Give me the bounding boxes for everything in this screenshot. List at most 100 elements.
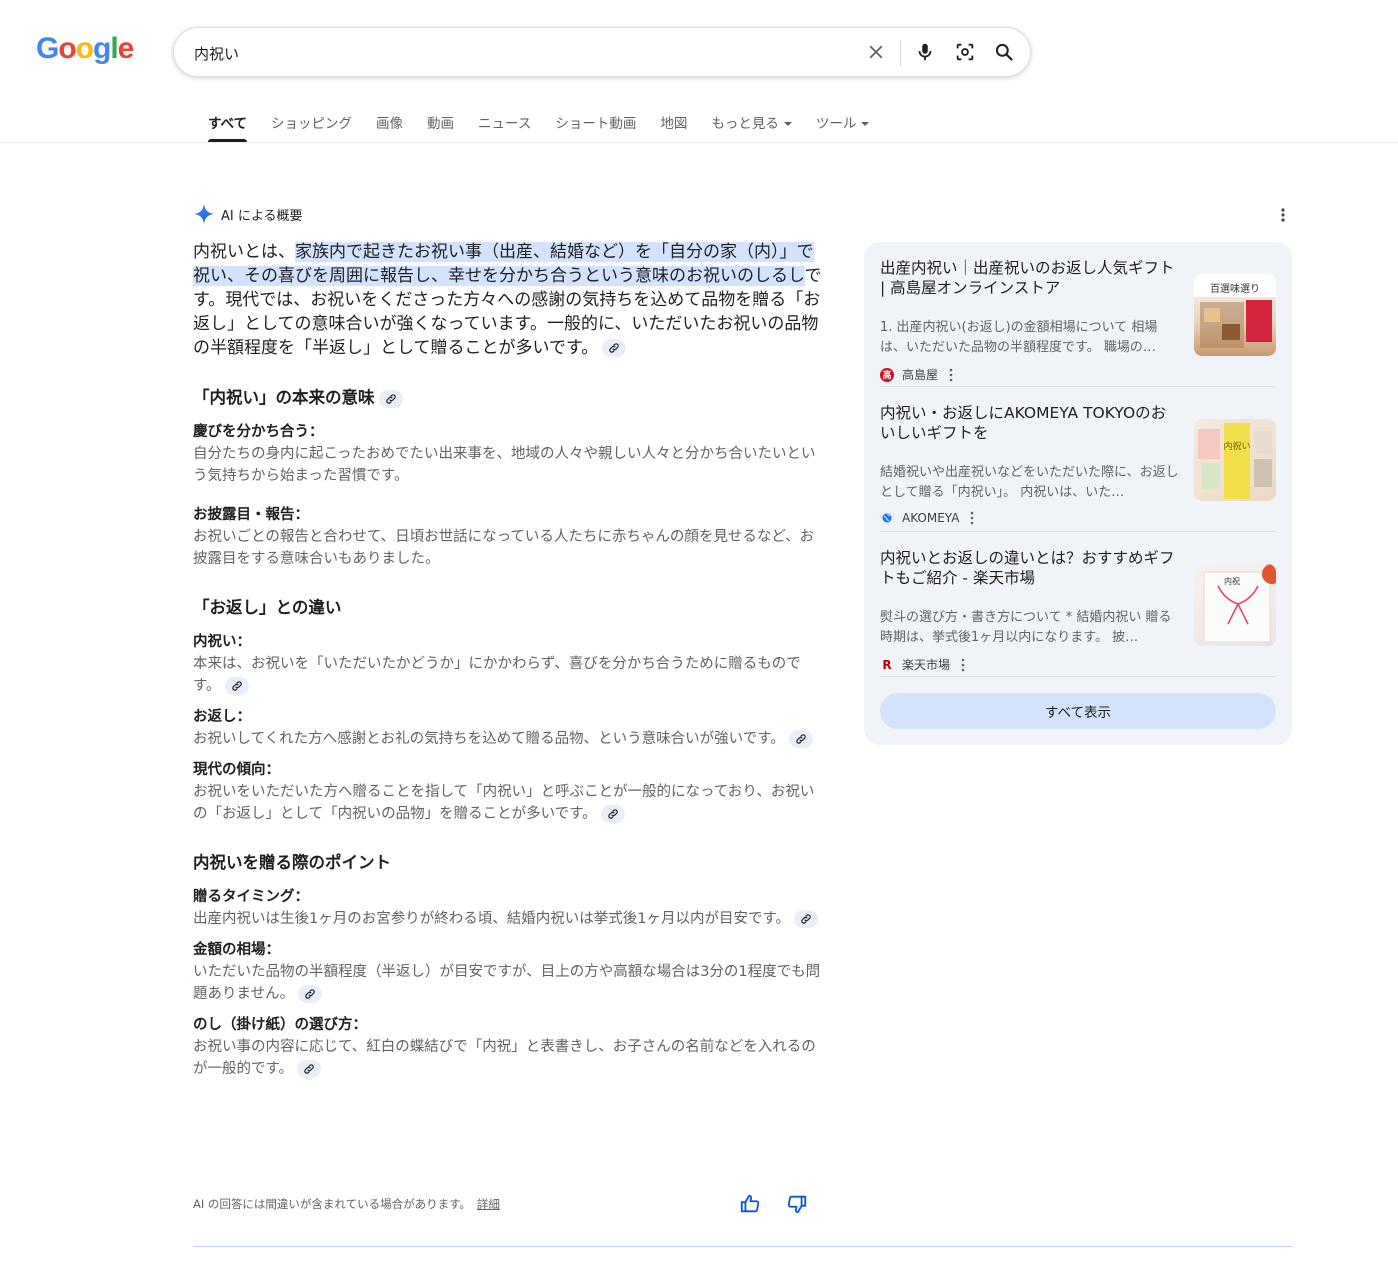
tab-shopping[interactable]: ショッピング bbox=[271, 108, 352, 142]
microphone-icon[interactable] bbox=[913, 40, 937, 64]
citation-link-icon[interactable] bbox=[224, 677, 249, 695]
more-options-icon[interactable] bbox=[969, 511, 975, 525]
ai-overview-title: AI による概要 bbox=[221, 208, 303, 224]
section-title: 「お返し」との違い bbox=[193, 598, 342, 617]
source-thumbnail[interactable]: 内祝い bbox=[1194, 419, 1276, 501]
source-title[interactable]: 内祝い・お返しにAKOMEYA TOKYOのおいしいギフトを bbox=[880, 403, 1180, 443]
term-label: のし（掛け紙）の選び方： bbox=[193, 1017, 367, 1033]
thumbnail-label: 内祝 bbox=[1224, 576, 1240, 586]
section-title: 内祝いを贈る際のポイント bbox=[193, 853, 391, 872]
logo-letter: o bbox=[58, 32, 76, 65]
globe-icon bbox=[880, 511, 894, 525]
ai-overview-header: AI による概要 bbox=[193, 203, 302, 225]
term-label: 金額の相場： bbox=[193, 942, 280, 958]
term-label: 内祝い： bbox=[193, 634, 251, 650]
search-icon[interactable] bbox=[992, 40, 1016, 64]
thumbnail-label: 百選味選り bbox=[1210, 282, 1260, 295]
intro-prefix: 内祝いとは、 bbox=[193, 242, 295, 262]
logo-letter: G bbox=[36, 32, 59, 65]
logo-letter: o bbox=[75, 32, 94, 65]
card-divider bbox=[880, 676, 1276, 677]
term-label: 現代の傾向： bbox=[193, 762, 280, 778]
source-site-name: 高島屋 bbox=[902, 368, 939, 382]
thumbnail-label: 内祝い bbox=[1223, 440, 1250, 452]
tab-tools[interactable]: ツール bbox=[816, 108, 870, 142]
thumbs-up-icon[interactable] bbox=[739, 1193, 761, 1219]
source-site[interactable]: 高 高島屋 bbox=[880, 366, 954, 383]
term-description: 自分たちの身内に起こったおめでたい出来事を、地域の人々や親しい人々と分かち合いた… bbox=[193, 446, 816, 484]
details-link[interactable]: 詳細 bbox=[477, 1197, 500, 1211]
more-options-icon[interactable] bbox=[948, 368, 954, 382]
source-snippet: 結婚祝いや出産祝いなどをいただいた際に、お返しとして贈る「内祝い」。 内祝いは、… bbox=[880, 465, 1179, 500]
header-divider bbox=[0, 142, 1398, 143]
ai-intro: 内祝いとは、家族内で起きたお祝い事（出産、結婚など）を「自分の家（内）」で祝い、… bbox=[193, 240, 825, 360]
takashimaya-favicon-icon: 高 bbox=[880, 367, 894, 382]
term-description-text: お祝いしてくれた方へ感謝とお礼の気持ちを込めて贈る品物、という意味合いが強いです… bbox=[193, 731, 785, 747]
term-description-text: 本来は、お祝いを「いただいたかどうか」にかかわらず、喜びを分かち合うために贈るも… bbox=[193, 656, 801, 694]
logo-letter: g bbox=[93, 32, 111, 65]
logo-letter: l bbox=[110, 32, 118, 65]
source-card[interactable]: 内祝い・お返しにAKOMEYA TOKYOのおいしいギフトを 結婚祝いや出産祝い… bbox=[880, 403, 1276, 531]
tab-maps[interactable]: 地図 bbox=[660, 108, 687, 142]
search-tabs: すべて ショッピング 画像 動画 ニュース ショート動画 地図 もっと見る ツー… bbox=[208, 108, 893, 142]
rakuten-favicon-icon: R bbox=[882, 657, 892, 672]
source-site[interactable]: AKOMEYA bbox=[880, 511, 975, 525]
term-description-text: いただいた品物の半額程度（半返し）が目安ですが、目上の方や高額な場合は3分の1程… bbox=[193, 964, 821, 1002]
more-options-icon[interactable] bbox=[1276, 206, 1290, 228]
tab-short-videos[interactable]: ショート動画 bbox=[555, 108, 636, 142]
source-snippet: 熨斗の選び方・書き方について * 結婚内祝い 贈る時期は、挙式後1ヶ月以内になり… bbox=[880, 610, 1172, 645]
source-card[interactable]: 内祝いとお返しの違いとは？おすすめギフトもご紹介 - 楽天市場 熨斗の選び方・書… bbox=[880, 548, 1276, 676]
source-site[interactable]: R 楽天市場 bbox=[880, 656, 966, 673]
term-label: お返し： bbox=[193, 709, 251, 725]
tab-all[interactable]: すべて bbox=[208, 108, 248, 142]
clear-icon[interactable] bbox=[864, 40, 888, 64]
citation-link-icon[interactable] bbox=[788, 730, 813, 748]
tab-tools-label: ツール bbox=[815, 116, 857, 132]
section-divider bbox=[193, 1246, 1292, 1247]
citation-link-icon[interactable] bbox=[378, 389, 403, 408]
term-description: お祝いしてくれた方へ感謝とお礼の気持ちを込めて贈る品物、という意味合いが強いです… bbox=[193, 728, 825, 750]
tab-videos[interactable]: 動画 bbox=[427, 108, 454, 142]
citation-link-icon[interactable] bbox=[298, 985, 323, 1003]
term-description: 本来は、お祝いを「いただいたかどうか」にかかわらず、喜びを分かち合うために贈るも… bbox=[193, 653, 825, 697]
citation-link-icon[interactable] bbox=[297, 1060, 322, 1078]
tab-more-label: もっと見る bbox=[711, 116, 779, 132]
chevron-down-icon bbox=[861, 122, 870, 126]
show-all-button[interactable]: すべて表示 bbox=[880, 693, 1276, 729]
citation-link-icon[interactable] bbox=[794, 910, 818, 928]
section-title-text: 「内祝い」の本来の意味 bbox=[193, 388, 375, 407]
lens-icon[interactable] bbox=[953, 40, 977, 64]
logo-letter: e bbox=[117, 32, 135, 65]
thumbs-down-icon[interactable] bbox=[786, 1193, 808, 1219]
term-description: お祝いごとの報告と合わせて、日頃お世話になっている人たちに赤ちゃんの顔を見せるな… bbox=[193, 529, 815, 567]
search-divider bbox=[900, 40, 901, 66]
sparkle-icon bbox=[193, 203, 215, 225]
tab-images[interactable]: 画像 bbox=[376, 108, 403, 142]
term-label: お披露目・報告： bbox=[193, 507, 309, 523]
citation-link-icon[interactable] bbox=[602, 339, 627, 357]
source-snippet: 1. 出産内祝い(お返し)の金額相場について 相場は、いただいた品物の半額程度で… bbox=[880, 320, 1158, 355]
term-label: 贈るタイミング： bbox=[193, 889, 309, 905]
source-site-name: 楽天市場 bbox=[902, 658, 951, 672]
chevron-down-icon bbox=[783, 122, 792, 126]
term-description-text: お祝い事の内容に応じて、紅白の蝶結びで「内祝」と表書きし、お子さんの名前などを入… bbox=[193, 1039, 816, 1077]
tab-news[interactable]: ニュース bbox=[478, 108, 531, 142]
more-options-icon[interactable] bbox=[960, 658, 966, 672]
citation-link-icon[interactable] bbox=[600, 805, 625, 823]
search-box[interactable]: 内祝い bbox=[173, 27, 1031, 77]
search-input[interactable]: 内祝い bbox=[194, 43, 239, 64]
source-title[interactable]: 内祝いとお返しの違いとは？おすすめギフトもご紹介 - 楽天市場 bbox=[880, 548, 1180, 588]
term-description: いただいた品物の半額程度（半返し）が目安ですが、目上の方や高額な場合は3分の1程… bbox=[193, 961, 825, 1005]
source-title[interactable]: 出産内祝い｜出産祝いのお返し人気ギフト | 高島屋オンラインストア bbox=[880, 258, 1180, 298]
term-description-text: お祝いをいただいた方へ贈ることを指して「内祝い」と呼ぶことが一般的になっており、… bbox=[193, 784, 815, 822]
source-thumbnail[interactable]: 内祝 bbox=[1194, 564, 1276, 646]
google-logo[interactable]: Google bbox=[36, 32, 135, 66]
card-divider bbox=[880, 531, 1276, 532]
source-card[interactable]: 出産内祝い｜出産祝いのお返し人気ギフト | 高島屋オンラインストア 1. 出産内… bbox=[880, 258, 1276, 386]
term-description: お祝いをいただいた方へ贈ることを指して「内祝い」と呼ぶことが一般的になっており、… bbox=[193, 781, 825, 825]
tab-more[interactable]: もっと見る bbox=[711, 108, 792, 142]
source-thumbnail[interactable]: 百選味選り bbox=[1194, 274, 1276, 356]
ai-disclaimer: AI の回答には間違いが含まれている場合があります。 詳細 bbox=[193, 1196, 500, 1212]
card-divider bbox=[880, 386, 1276, 387]
sources-panel: 出産内祝い｜出産祝いのお返し人気ギフト | 高島屋オンラインストア 1. 出産内… bbox=[864, 242, 1292, 745]
